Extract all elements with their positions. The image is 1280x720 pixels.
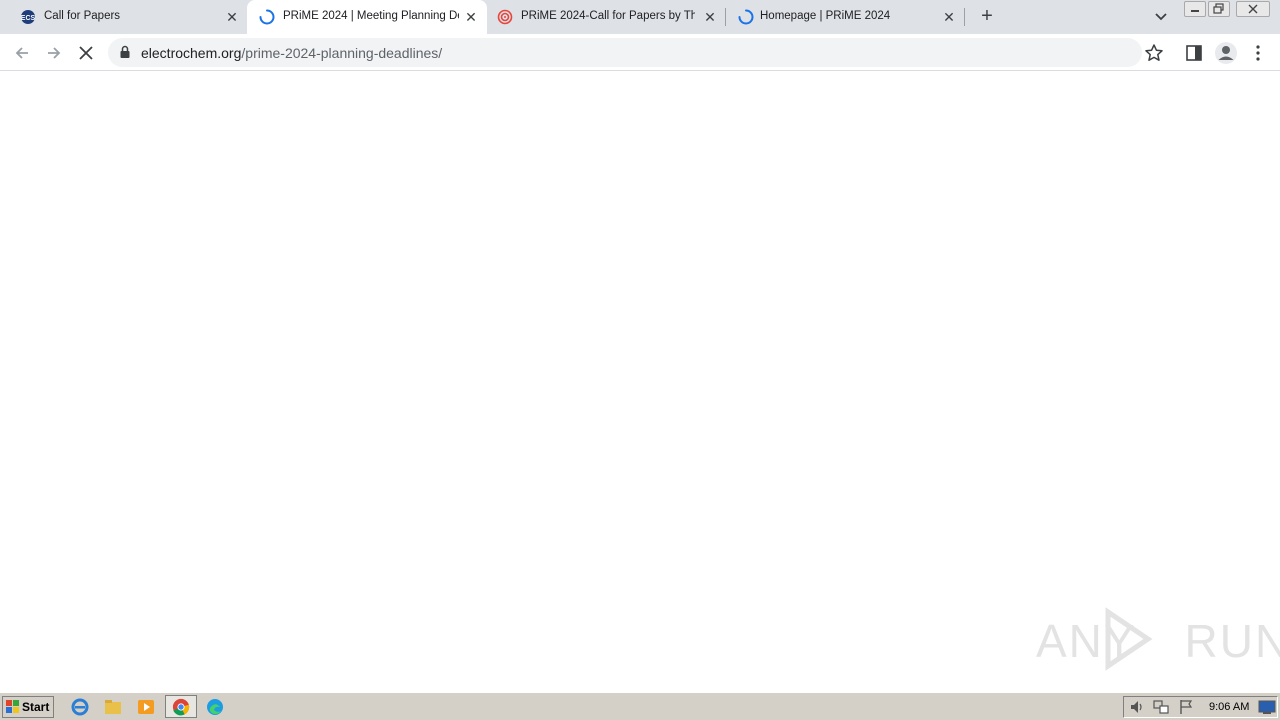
media-player-icon[interactable]: [136, 697, 156, 717]
minimize-icon: [1191, 10, 1199, 12]
tab-close-icon[interactable]: ✕: [940, 8, 958, 26]
tab-close-icon[interactable]: ✕: [701, 8, 719, 26]
back-arrow-icon[interactable]: [11, 42, 33, 64]
volume-icon[interactable]: [1128, 698, 1146, 716]
tab-title: Call for Papers: [44, 10, 121, 22]
watermark-text: ANY RUN: [1036, 615, 1280, 667]
address-url[interactable]: electrochem.org/prime-2024-planning-dead…: [141, 45, 442, 61]
windows-taskbar: Start 9:06 AM: [0, 692, 1280, 720]
action-center-flag-icon[interactable]: [1177, 698, 1195, 716]
tab-close-icon[interactable]: ✕: [223, 8, 241, 26]
svg-text:ECS: ECS: [21, 15, 36, 22]
edge-icon[interactable]: [205, 697, 225, 717]
tab-search-chevron-icon[interactable]: [1152, 9, 1170, 25]
tab-homepage-prime-2024[interactable]: Homepage | PRiME 2024 ✕: [726, 0, 964, 34]
loading-spinner-icon: [738, 9, 754, 25]
restore-button[interactable]: [1208, 1, 1230, 17]
restore-icon: [1213, 3, 1224, 14]
network-icon[interactable]: [1152, 698, 1170, 716]
url-host: electrochem.org: [141, 45, 242, 61]
close-window-button[interactable]: [1236, 1, 1270, 17]
close-icon: [1248, 4, 1258, 14]
start-label: Start: [22, 700, 50, 714]
bookmark-star-icon[interactable]: [1144, 43, 1164, 63]
target-icon: [497, 9, 513, 25]
internet-explorer-icon[interactable]: [70, 697, 90, 717]
new-tab-button[interactable]: +: [977, 6, 997, 28]
start-button[interactable]: Start: [2, 696, 54, 718]
tab-title: PRiME 2024-Call for Papers by The E: [521, 10, 695, 22]
taskbar-chrome-button[interactable]: [165, 695, 197, 718]
side-panel-icon[interactable]: [1184, 43, 1204, 63]
lock-icon[interactable]: [119, 45, 131, 59]
tab-call-for-papers-by-ecs[interactable]: PRiME 2024-Call for Papers by The E ✕: [487, 0, 725, 34]
tab-separator: [964, 8, 965, 26]
tab-strip: ECS Call for Papers ✕ PRiME 2024 | Meeti…: [0, 0, 1280, 34]
windows-logo-icon: [6, 700, 19, 713]
taskbar-clock[interactable]: 9:06 AM: [1209, 701, 1249, 713]
page-content-area: [0, 72, 1280, 692]
profile-avatar-icon[interactable]: [1214, 41, 1238, 65]
minimize-button[interactable]: [1184, 1, 1206, 17]
url-path: /prime-2024-planning-deadlines/: [241, 45, 443, 61]
tab-meeting-planning-deadlines[interactable]: PRiME 2024 | Meeting Planning Dead ✕: [247, 0, 487, 34]
tab-call-for-papers[interactable]: ECS Call for Papers ✕: [8, 0, 246, 34]
ecs-logo-icon: ECS: [21, 10, 36, 24]
tab-close-icon[interactable]: ✕: [462, 8, 480, 26]
show-desktop-icon[interactable]: [1258, 699, 1276, 715]
kebab-menu-icon[interactable]: [1250, 43, 1266, 63]
loading-spinner-icon: [259, 9, 275, 25]
stop-loading-icon[interactable]: [75, 42, 97, 64]
chrome-icon: [172, 698, 190, 716]
system-tray: [1123, 696, 1278, 718]
tab-title: PRiME 2024 | Meeting Planning Dead: [283, 10, 459, 22]
file-explorer-icon[interactable]: [103, 697, 123, 717]
tab-title: Homepage | PRiME 2024: [760, 10, 891, 22]
forward-arrow-icon[interactable]: [43, 42, 65, 64]
